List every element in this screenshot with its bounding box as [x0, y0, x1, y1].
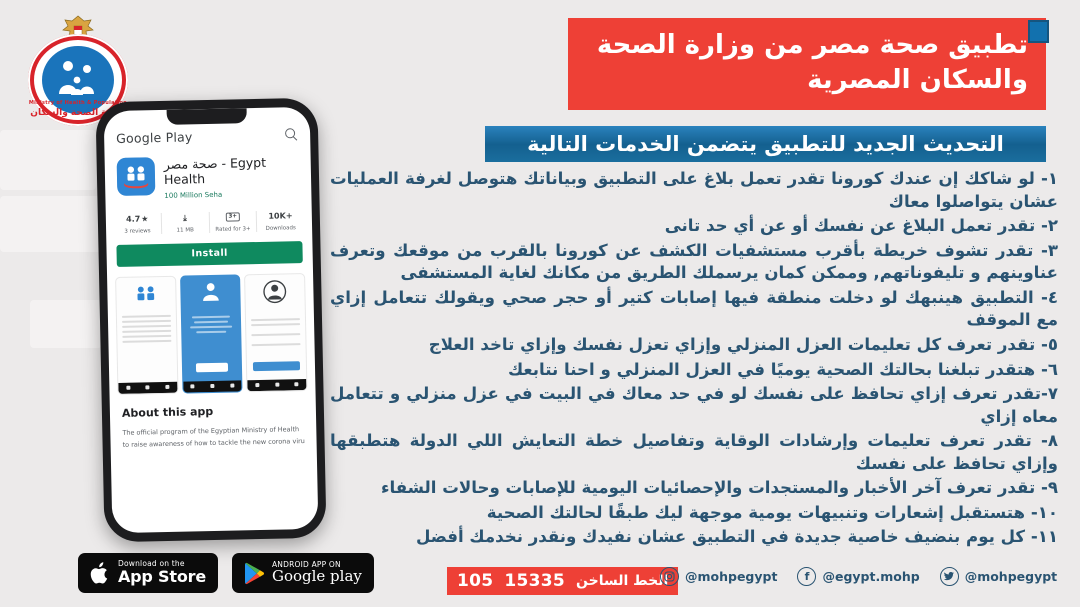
apple-icon — [90, 561, 108, 583]
app-store-big-label: App Store — [118, 566, 206, 586]
service-item: ٦- هتقدر تبلغنا بحالتك الصحية يوميًا في … — [507, 359, 1058, 379]
infographic-poster: Ministry of Health & Population وزارة ال… — [0, 0, 1080, 607]
facebook-icon: f — [797, 567, 817, 586]
store-badges: Download on the App Store ANDROID APP ON… — [78, 553, 374, 593]
screenshot-text-lines — [246, 312, 306, 355]
app-store-badge-text: Download on the App Store — [118, 560, 206, 585]
onboarding-people-icon — [137, 285, 155, 300]
hotline-number-secondary: 105 — [457, 571, 494, 591]
twitter-bird-glyph — [943, 572, 955, 581]
screenshot-thumbnail[interactable] — [179, 273, 243, 394]
app-meta: صحة مصر - Egypt Health 100 Million Seha — [163, 154, 300, 200]
about-title: About this app — [121, 404, 214, 420]
store-name-label: Google Play — [116, 129, 193, 146]
screenshot-text-lines — [117, 308, 177, 351]
service-item: ٥- تقدر تعرف كل تعليمات العزل المنزلي وإ… — [428, 334, 1058, 354]
service-item: ٤- التطبيق هينبهك لو دخلت منطقة فيها إصا… — [330, 287, 1058, 330]
about-this-app-section: About this app The official program of t… — [110, 396, 317, 451]
app-name-label: صحة مصر - Egypt Health — [163, 154, 267, 188]
android-navbar — [182, 379, 242, 393]
decor-sheet-3 — [30, 300, 102, 348]
poster-subtitle-bar: التحديث الجديد للتطبيق يتضمن الخدمات الت… — [485, 126, 1046, 162]
app-store-badge[interactable]: Download on the App Store — [78, 553, 218, 593]
service-item: ١١- كل يوم بنضيف خاصية جديدة في التطبيق … — [415, 527, 1058, 547]
stat-rating: 4.7 ★ 3 reviews — [113, 212, 162, 235]
social-twitter[interactable]: @mohpegypt — [939, 567, 1058, 586]
android-navbar — [247, 378, 307, 391]
twitter-handle: @mohpegypt — [964, 569, 1058, 584]
poster-title-line-1: تطبيق صحة مصر من وزارة الصحة — [596, 30, 1028, 60]
instagram-icon — [660, 567, 679, 586]
stat-downloads: 10K+ Downloads — [257, 210, 304, 232]
poster-title-line-2: والسكان المصرية — [807, 64, 1028, 95]
service-item: ٧-تقدر تعرف إزاي تحافظ على نفسك لو في حد… — [330, 384, 1058, 426]
age-rating-badge: 3+ — [225, 212, 241, 222]
poster-title-bar: تطبيق صحة مصر من وزارة الصحة والسكان الم… — [568, 18, 1046, 110]
stat-size: ⤓ 11 MB — [161, 211, 210, 234]
hotline-label: الخط الساخن — [576, 573, 669, 589]
hotline-banner: الخط الساخن 15335 105 — [447, 567, 679, 595]
phone-mockup: Google Play صحة مصر - Egypt Health 100 M… — [95, 97, 327, 543]
google-play-badge-text: ANDROID APP ON Google play — [271, 560, 362, 586]
instagram-glyph — [664, 571, 675, 582]
service-item: ١٠- هتستقبل إشعارات وتنبيهات يومية موجهة… — [486, 502, 1058, 522]
screenshot-thumbnail[interactable] — [115, 275, 179, 395]
screenshot-thumbnail[interactable] — [244, 272, 308, 392]
stat-content-rating: 3+ Rated for 3+ — [209, 210, 258, 233]
service-item: ٩- تقدر تعرف آخر الأخبار والمستجدات والإ… — [380, 478, 1058, 498]
stat-size-value: 11 MB — [176, 226, 194, 234]
phone-notch — [166, 108, 247, 125]
app-icon — [116, 157, 156, 196]
star-icon: ★ — [141, 214, 149, 224]
social-facebook[interactable]: f @egypt.mohp — [797, 567, 920, 586]
stat-content-rating-label: Rated for 3+ — [215, 225, 251, 233]
stat-rating-label: 3 reviews — [124, 227, 151, 235]
onboarding-person-icon — [202, 282, 219, 301]
hotline-number-primary: 15335 — [504, 571, 566, 591]
services-list: ١- لو شاكك إن عندك كورونا تقدر تعمل بلاغ… — [330, 168, 1058, 551]
screenshot-text-lines — [181, 309, 240, 342]
poster-subtitle-label: التحديث الجديد للتطبيق يتضمن الخدمات الت… — [527, 132, 1004, 156]
download-icon: ⤓ — [183, 212, 187, 223]
google-play-big-label: Google play — [271, 567, 362, 586]
app-stats-row: 4.7 ★ 3 reviews ⤓ 11 MB 3+ Rated for 3+ 1… — [106, 200, 313, 242]
app-icon-graphic — [116, 157, 156, 196]
app-screenshots-carousel[interactable] — [107, 262, 316, 400]
service-item: ٢- تقدر تعمل البلاغ عن نفسك أو عن أي حد … — [664, 216, 1058, 236]
facebook-handle: @egypt.mohp — [822, 569, 920, 584]
service-item: ١- لو شاكك إن عندك كورونا تقدر تعمل بلاغ… — [330, 169, 1058, 211]
stat-downloads-label: Downloads — [265, 224, 296, 232]
user-avatar-icon — [263, 279, 287, 303]
service-item: ٣- تقدر تشوف خريطة بأقرب مستشفيات الكشف … — [330, 240, 1058, 283]
instagram-handle: @mohpegypt — [685, 569, 778, 584]
about-line-2: to raise awareness of how to tackle the … — [122, 437, 305, 450]
service-item: ٨- تقدر تعرف تعليمات وإرشادات الوقاية وت… — [330, 431, 1058, 473]
phone-screen: Google Play صحة مصر - Egypt Health 100 M… — [103, 106, 319, 534]
twitter-icon — [939, 567, 959, 586]
decor-sheet-2 — [0, 196, 110, 252]
screenshot-cta-button — [253, 360, 301, 371]
social-instagram[interactable]: @mohpegypt — [660, 567, 777, 586]
stat-rating-value: 4.7 — [125, 214, 141, 224]
stat-downloads-value: 10K+ — [268, 211, 293, 221]
family-icon — [59, 61, 94, 95]
search-icon[interactable] — [285, 128, 298, 141]
google-play-badge[interactable]: ANDROID APP ON Google play — [231, 553, 374, 593]
screenshot-cta-button — [195, 362, 229, 372]
google-play-icon — [244, 562, 265, 584]
app-listing-row: صحة مصر - Egypt Health 100 Million Seha — [104, 148, 311, 205]
android-navbar — [118, 381, 178, 394]
decor-sheet-1 — [0, 130, 96, 190]
blue-square-accent — [1028, 20, 1049, 43]
app-developer-label: 100 Million Seha — [164, 190, 223, 200]
social-links: @mohpegypt f @egypt.mohp @mohpegypt — [660, 567, 1057, 586]
